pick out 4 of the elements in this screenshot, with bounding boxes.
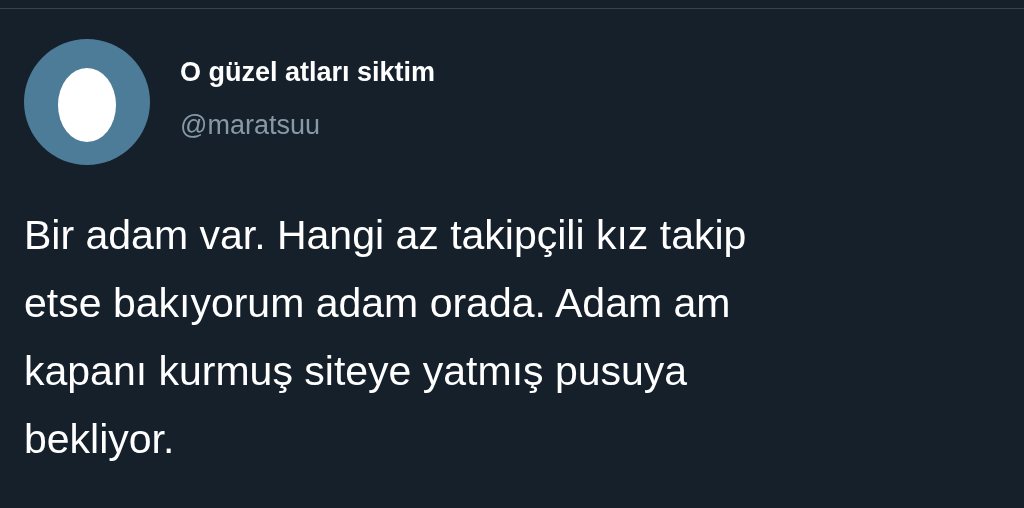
avatar-icon[interactable] — [24, 39, 150, 165]
display-name[interactable]: O güzel atları siktim — [180, 57, 436, 88]
username[interactable]: @maratsuu — [180, 110, 436, 141]
tweet-text: Bir adam var. Hangi az takipçili kız takip etse bakıyorum adam orada. Adam am kapanı kurmuş siteye yatmış pusuya bekliyor. — [24, 211, 748, 464]
